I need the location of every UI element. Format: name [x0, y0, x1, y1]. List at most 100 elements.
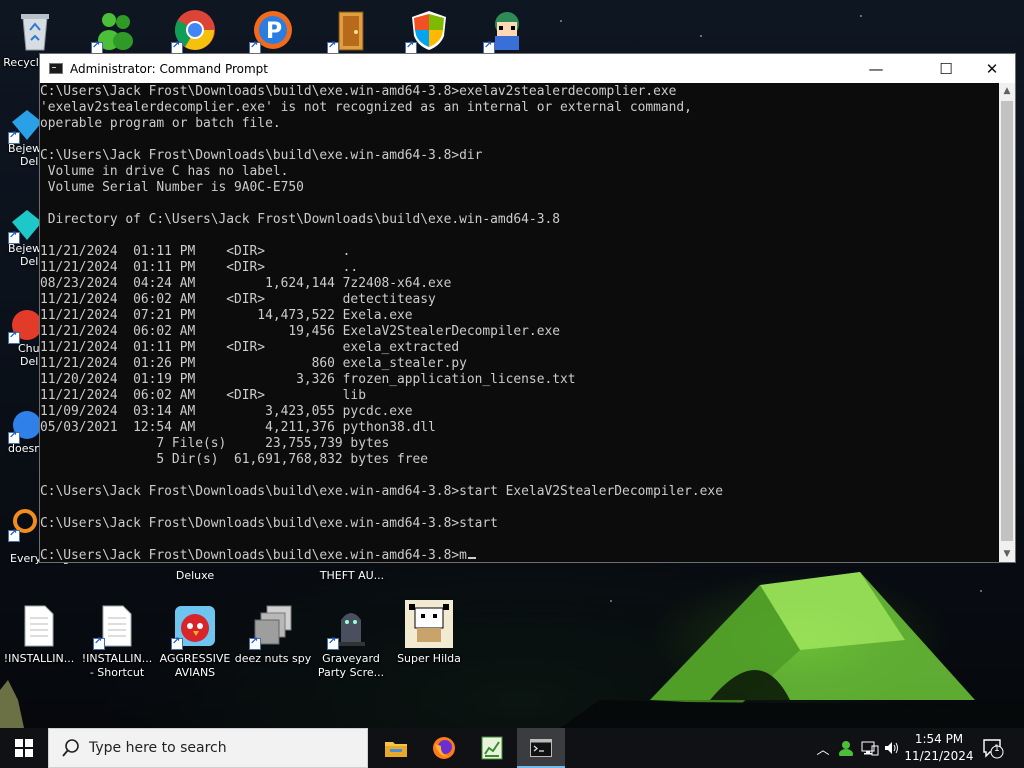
chrome-icon [171, 8, 217, 54]
notification-count: 1 [994, 744, 1000, 754]
maximize-button[interactable]: ☐ [923, 54, 969, 83]
show-hidden-icons-button[interactable]: ︿ [814, 728, 832, 768]
console-line: 11/20/2024 01:19 PM 3,326 frozen_applica… [40, 372, 576, 387]
taskbar: Type here to search ︿ 1:54 PM 11/21/2024… [0, 728, 1024, 768]
shortcut-arrow-icon [8, 330, 20, 344]
minimize-button[interactable]: — [853, 54, 899, 83]
desktop-icon-chrome[interactable] [156, 8, 234, 56]
desktop-icon-super-hilda[interactable]: Super Hilda [390, 600, 468, 666]
prompt-text: C:\Users\Jack Frost\Downloads\build\exe.… [40, 548, 467, 563]
tray-people-icon[interactable] [836, 728, 856, 768]
taskbar-app-command-prompt[interactable] [517, 728, 565, 768]
speaker-icon [885, 742, 898, 754]
recycle-bin-icon [13, 8, 57, 52]
document-shortcut-icon [93, 604, 139, 650]
close-icon: ✕ [985, 59, 999, 78]
desktop-icon-deez-nuts-spy[interactable]: deez nuts spy [234, 604, 312, 666]
desktop-icon-label: !INSTALLIN... - Shortcut [81, 652, 153, 679]
command-prompt-window[interactable]: Administrator: Command Prompt — ☐ ✕ C:\U… [39, 53, 1016, 563]
desktop-icon-label: THEFT AU... [319, 569, 385, 582]
notification-icon [983, 739, 1004, 759]
console-line: Directory of C:\Users\Jack Frost\Downloa… [40, 212, 560, 227]
console-lines: C:\Users\Jack Frost\Downloads\build\exe.… [40, 84, 1000, 548]
console-line: operable program or batch file. [40, 116, 281, 131]
shortcut-arrow-icon [327, 636, 339, 650]
scrollbar-thumb[interactable] [1001, 101, 1013, 541]
people-icon [91, 8, 137, 54]
firefox-icon [433, 737, 455, 759]
shortcut-arrow-icon [171, 636, 183, 650]
minimize-icon: — [868, 59, 884, 78]
taskbar-app-firefox[interactable] [420, 728, 468, 768]
console-line: 'exelav2stealerdecomplier.exe' is not re… [40, 100, 692, 115]
console-line: 11/21/2024 06:02 AM <DIR> lib [40, 388, 366, 403]
maximize-icon: ☐ [939, 59, 953, 78]
console-line: C:\Users\Jack Frost\Downloads\build\exe.… [40, 516, 498, 531]
console-line: 11/21/2024 01:26 PM 860 exela_stealer.py [40, 356, 467, 371]
desktop-icon-graveyard-party[interactable]: Graveyard Party Scre... [312, 604, 390, 680]
desktop-icon-shield[interactable] [390, 8, 468, 56]
desktop-icon-door[interactable] [312, 8, 390, 56]
console-line: 08/23/2024 04:24 AM 1,624,144 7z2408-x64… [40, 276, 452, 291]
scroll-down-arrow-icon[interactable]: ▼ [999, 546, 1015, 562]
angry-bird-icon [171, 604, 217, 650]
taskbar-app-spreadsheet[interactable] [468, 728, 516, 768]
text-cursor [467, 557, 476, 559]
console-line: C:\Users\Jack Frost\Downloads\build\exe.… [40, 484, 723, 499]
console-output[interactable]: C:\Users\Jack Frost\Downloads\build\exe.… [40, 83, 1000, 563]
console-line: 11/21/2024 01:11 PM <DIR> .. [40, 260, 359, 275]
system-clock[interactable]: 1:54 PM 11/21/2024 [900, 731, 978, 765]
people-icon [839, 741, 853, 756]
taskbar-app-file-explorer[interactable] [372, 728, 420, 768]
vertical-scrollbar[interactable]: ▲ ▼ [999, 83, 1015, 562]
network-button[interactable] [860, 728, 880, 768]
console-prompt-line[interactable]: C:\Users\Jack Frost\Downloads\build\exe.… [40, 548, 1000, 563]
desktop-icon-anime-character[interactable] [468, 8, 546, 56]
action-center-button[interactable]: 1 [980, 728, 1006, 768]
shortcut-arrow-icon [8, 230, 20, 244]
close-button[interactable]: ✕ [969, 54, 1015, 83]
desktop-icon-label: !INSTALLIN... [3, 652, 75, 665]
desktop-icon-installing-shortcut[interactable]: !INSTALLIN... - Shortcut [78, 604, 156, 680]
window-titlebar[interactable]: Administrator: Command Prompt — ☐ ✕ [40, 54, 1015, 83]
desktop-icon-label: deez nuts spy [234, 652, 312, 665]
shortcut-arrow-icon [8, 130, 20, 144]
spreadsheet-icon [481, 736, 503, 760]
console-line: C:\Users\Jack Frost\Downloads\build\exe.… [40, 84, 677, 99]
shortcut-arrow-icon [249, 636, 261, 650]
shortcut-arrow-icon [8, 528, 20, 542]
start-button[interactable] [0, 728, 48, 768]
console-line: C:\Users\Jack Frost\Downloads\build\exe.… [40, 148, 483, 163]
svg-text:P: P [266, 19, 282, 44]
taskbar-search-box[interactable]: Type here to search [48, 728, 368, 768]
scroll-up-arrow-icon[interactable]: ▲ [999, 83, 1015, 99]
cmd-icon [530, 739, 552, 757]
clock-date: 11/21/2024 [904, 749, 974, 763]
cmd-app-icon [49, 63, 63, 74]
graveyard-icon [327, 604, 373, 650]
console-line: 05/03/2021 12:54 AM 4,211,376 python38.d… [40, 420, 436, 435]
desktop-icon-installing[interactable]: !INSTALLIN... [0, 604, 78, 666]
volume-button[interactable] [882, 728, 902, 768]
anime-character-icon [483, 8, 529, 54]
shield-icon [405, 8, 451, 54]
console-line: 11/21/2024 07:21 PM 14,473,522 Exela.exe [40, 308, 413, 323]
desktop-icon-p-app[interactable]: P [234, 8, 312, 56]
console-line: 11/21/2024 06:02 AM 19,456 ExelaV2Steale… [40, 324, 560, 339]
shortcut-arrow-icon [8, 430, 20, 444]
desktop-icon-aggressive-avians[interactable]: AGGRESSIVE AVIANS [156, 604, 234, 680]
stacked-windows-icon [249, 604, 295, 650]
folder-icon [385, 742, 407, 757]
console-line: 11/09/2024 03:14 AM 3,423,055 pycdc.exe [40, 404, 413, 419]
chevron-up-icon: ︿ [816, 742, 830, 758]
search-placeholder: Type here to search [89, 740, 227, 756]
desktop-icon-label: Graveyard Party Scre... [317, 652, 385, 679]
desktop-icon-people[interactable] [76, 8, 154, 56]
console-line: 7 File(s) 23,755,739 bytes [40, 436, 390, 451]
